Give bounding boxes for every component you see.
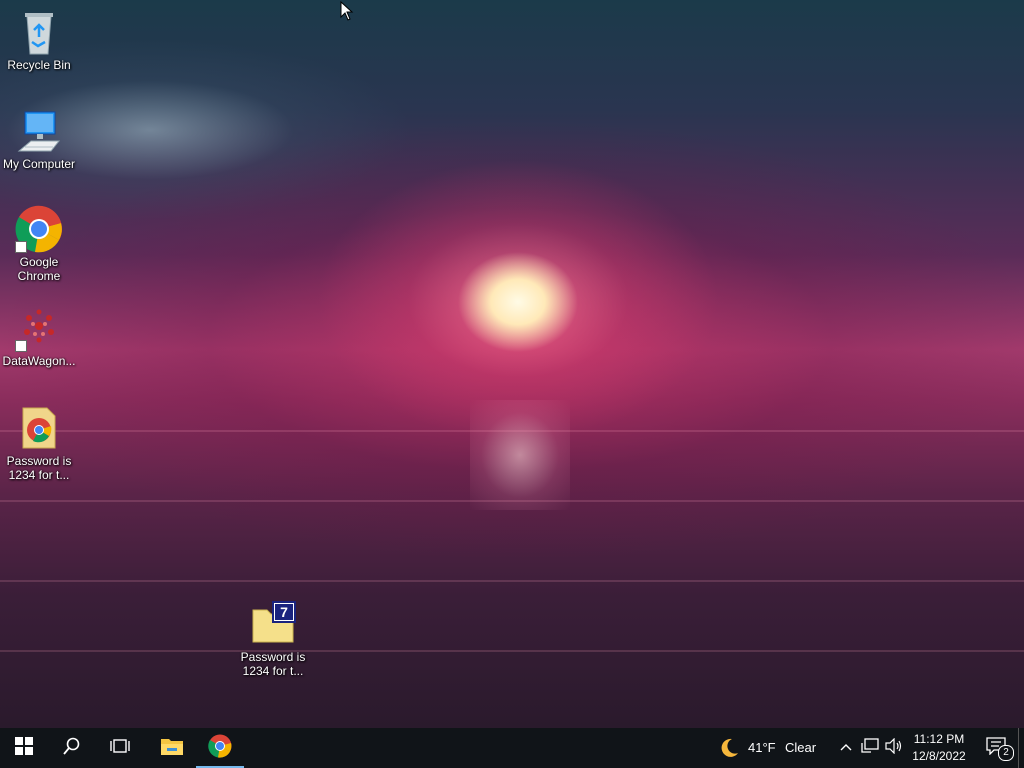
desktop-icon-label: Password is 1234 for t... <box>240 650 306 678</box>
svg-text:7: 7 <box>280 604 288 620</box>
mouse-cursor-icon <box>340 0 354 26</box>
shortcut-arrow-icon <box>15 340 27 352</box>
volume-button[interactable] <box>882 728 906 768</box>
desktop-icon-password-file[interactable]: Password is 1234 for t... <box>0 404 78 482</box>
wave-line <box>0 500 1024 502</box>
wave-line <box>0 580 1024 582</box>
show-hidden-icons-button[interactable] <box>834 728 858 768</box>
wave-line <box>0 650 1024 652</box>
desktop-icon-label: Password is 1234 for t... <box>6 454 72 482</box>
desktop-icon-datawagon[interactable]: DataWagon... <box>0 304 78 368</box>
notification-icon: 2 <box>986 736 1014 761</box>
weather-widget[interactable]: 41°F Clear <box>716 728 826 768</box>
start-icon <box>15 736 33 760</box>
moon-icon <box>718 737 740 764</box>
start-button[interactable] <box>0 728 48 768</box>
datawagon-icon <box>15 304 63 352</box>
weather-temperature: 41°F <box>748 740 776 755</box>
desktop-background: Recycle Bin My Computer Google Chrome Da… <box>0 0 1024 728</box>
action-center-button[interactable]: 2 <box>976 728 1016 768</box>
chevron-up-icon <box>840 739 852 757</box>
notification-count-badge: 2 <box>998 744 1014 761</box>
desktop-icon-label: Recycle Bin <box>7 58 71 72</box>
chrome-file-icon <box>15 404 63 452</box>
desktop-icon-google-chrome[interactable]: Google Chrome <box>0 205 78 283</box>
recycle-bin-icon <box>15 8 63 56</box>
desktop-icon-label: DataWagon... <box>2 354 76 368</box>
desktop-icon-recycle-bin[interactable]: Recycle Bin <box>0 8 78 72</box>
shortcut-arrow-icon <box>15 241 27 253</box>
file-explorer-button[interactable] <box>148 728 196 768</box>
weather-condition: Clear <box>785 740 817 755</box>
desktop-icon-label: Google Chrome <box>17 255 61 283</box>
chrome-icon <box>208 734 232 763</box>
computer-icon <box>15 107 63 155</box>
search-button[interactable] <box>48 728 96 768</box>
chrome-taskbar-button[interactable] <box>196 728 244 768</box>
sun-reflection <box>470 400 570 510</box>
clock[interactable]: 11:12 PM 12/8/2022 <box>906 728 972 768</box>
chrome-icon <box>15 205 63 253</box>
clock-time: 11:12 PM <box>913 732 965 746</box>
task-view-button[interactable] <box>96 728 144 768</box>
taskbar: 41°F Clear 11:12 PM 12/8/2022 2 <box>0 728 1024 768</box>
file-explorer-icon <box>160 736 184 761</box>
desktop-icon-password-archive[interactable]: 7 Password is 1234 for t... <box>234 600 312 678</box>
search-icon <box>63 737 81 760</box>
show-desktop-button[interactable] <box>1018 728 1024 768</box>
clock-date: 12/8/2022 <box>912 749 966 763</box>
task-view-icon <box>110 737 130 760</box>
desktop-icon-label: My Computer <box>2 157 76 171</box>
7zip-archive-icon: 7 <box>249 600 297 648</box>
speaker-icon <box>885 737 903 759</box>
network-button[interactable] <box>858 728 882 768</box>
network-icon <box>861 737 879 759</box>
desktop-icon-my-computer[interactable]: My Computer <box>0 107 78 171</box>
wave-line <box>0 430 1024 432</box>
